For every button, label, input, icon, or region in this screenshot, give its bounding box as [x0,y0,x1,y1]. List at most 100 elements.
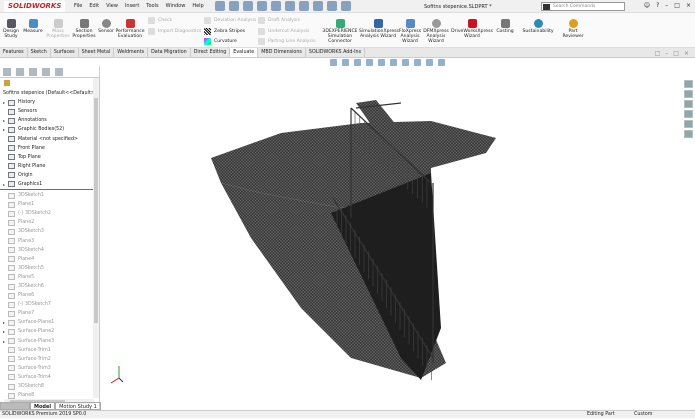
parting-line-analysis-button[interactable]: Parting Line Analysis [258,38,316,45]
section-properties-button[interactable]: Section Properties [72,19,96,39]
3dexperience-connector-button[interactable]: 3DEXPERIENCE Simulation Connector [322,19,358,44]
save-icon[interactable] [257,1,267,11]
tree-item[interactable]: Plane2 [0,218,93,227]
tab-model[interactable]: Model [30,402,56,410]
expand-arrow-icon[interactable]: ▸ [0,318,8,327]
tree-item[interactable]: (-) 3DSketch7 [0,300,93,309]
tree-item[interactable]: 3DSketch5 [0,264,93,273]
design-library-icon[interactable] [684,90,693,98]
tab-scroll-arrows[interactable] [0,402,30,410]
minimize-button[interactable]: – [665,2,668,9]
driveworksxpress-button[interactable]: DriveWorksXpress Wizard [451,19,493,39]
tree-item[interactable]: 3DSketch1 [0,191,93,200]
tab-sketch[interactable]: Sketch [28,48,51,57]
user-icon[interactable]: ☺ [644,2,650,9]
tile-icon[interactable]: □ [655,50,661,57]
expand-arrow-icon[interactable]: ▸ [0,116,8,125]
tree-item[interactable]: Material <not specified> [0,134,93,143]
previous-view-icon[interactable] [354,59,361,66]
tree-item[interactable]: ▸ Surface-Plane1 [0,318,93,327]
menu-file[interactable]: File [74,3,82,9]
tree-item[interactable]: Surface-Trim2 [0,355,93,364]
select-icon[interactable] [299,1,309,11]
tree-item[interactable]: Origin [0,171,93,180]
tree-item[interactable]: Front Plane [0,144,93,153]
tree-item[interactable]: 3DSketch3 [0,227,93,236]
tab-features[interactable]: Features [0,48,28,57]
appearances-icon[interactable] [684,120,693,128]
tree-item[interactable]: Plane1 [0,200,93,209]
filter-icon[interactable] [4,80,10,86]
help-icon[interactable]: ? [656,2,659,9]
solidworks-logo[interactable]: SOLIDWORKS [4,1,66,12]
display-style-icon[interactable] [390,59,397,66]
tree-item[interactable]: ▸ History [0,98,93,107]
options-icon[interactable] [341,1,351,11]
section-view-icon[interactable] [366,59,373,66]
tree-item[interactable]: Surface-Trim3 [0,364,93,373]
tab-mbd-dimensions[interactable]: MBD Dimensions [258,48,306,57]
undercut-analysis-button[interactable]: Undercut Analysis [258,28,309,35]
tree-item[interactable]: ▸ Annotations [0,116,93,125]
tree-item[interactable]: Sensors [0,107,93,116]
graphics-area[interactable] [101,58,683,410]
print-icon[interactable] [271,1,281,11]
expand-arrow-icon[interactable]: ▸ [0,125,8,134]
menu-help[interactable]: Help [192,3,203,9]
open-icon[interactable] [243,1,253,11]
menu-edit[interactable]: Edit [89,3,99,9]
tab-direct-editing[interactable]: Direct Editing [191,48,231,57]
tree-item[interactable]: (-) 3DSketch2 [0,209,93,218]
draft-analysis-button[interactable]: Draft Analysis [258,17,300,24]
tree-item[interactable]: Right Plane [0,162,93,171]
tree-item[interactable]: Top Plane [0,153,93,162]
undo-icon[interactable] [285,1,295,11]
dimxpert-tab-icon[interactable] [42,68,50,76]
scroll-thumb[interactable] [94,98,98,323]
tree-item[interactable]: ▸ Surface-Plane2 [0,327,93,336]
file-explorer-icon[interactable] [684,100,693,108]
expand-arrow-icon[interactable]: ▸ [0,98,8,107]
costing-button[interactable]: Costing [494,19,516,34]
tab-weldments[interactable]: Weldments [114,48,149,57]
zebra-stripes-button[interactable]: Zebra Stripes [204,28,245,35]
dfmxpress-button[interactable]: DFMXpress Analysis Wizard [423,19,449,44]
tree-item[interactable]: Plane5 [0,273,93,282]
part-reviewer-button[interactable]: Part Reviewer [560,19,586,39]
home-icon[interactable] [215,1,225,11]
zoom-to-area-icon[interactable] [342,59,349,66]
design-study-button[interactable]: Design Study [2,19,20,39]
search-input[interactable]: Search Commands [541,2,625,11]
measure-button[interactable]: Measure [22,19,44,34]
apply-scene-icon[interactable] [426,59,433,66]
tab-evaluate[interactable]: Evaluate [230,48,259,57]
view-orientation-icon[interactable] [378,59,385,66]
expand-arrow-icon[interactable]: ▸ [0,337,8,346]
expand-arrow-icon[interactable]: ▸ [0,180,8,189]
sensor-button[interactable]: Sensor [97,19,115,34]
tab-surfaces[interactable]: Surfaces [51,48,79,57]
tree-item[interactable]: Plane6 [0,291,93,300]
tree-item[interactable]: 3DSketch8 [0,382,93,391]
menu-insert[interactable]: Insert [125,3,139,9]
menu-tools[interactable]: Tools [146,3,158,9]
tree-item[interactable]: 3DSketch4 [0,246,93,255]
tree-item[interactable]: ▸ Graphics1 [0,180,93,189]
menu-window[interactable]: Window [166,3,186,9]
simulationxpress-button[interactable]: SimulationXpress Analysis Wizard [359,19,399,39]
check-button[interactable]: Check [148,17,172,24]
tree-item[interactable]: ▸ Surface-Plane3 [0,337,93,346]
import-diagnostics-button[interactable]: Import Diagnostics [148,28,201,35]
view-settings-icon[interactable] [438,59,445,66]
tab-sheet-metal[interactable]: Sheet Metal [79,48,115,57]
deviation-analysis-button[interactable]: Deviation Analysis [204,17,256,24]
tree-item[interactable]: 3DSketch6 [0,282,93,291]
tree-item[interactable]: Plane4 [0,255,93,264]
view-palette-icon[interactable] [684,110,693,118]
close-doc-button[interactable]: × [684,50,689,57]
display-manager-tab-icon[interactable] [55,68,63,76]
mass-properties-button[interactable]: Mass Properties [46,19,70,39]
new-icon[interactable] [229,1,239,11]
tree-item[interactable]: Surface-Trim1 [0,346,93,355]
featuremanager-tab-icon[interactable] [3,68,11,76]
